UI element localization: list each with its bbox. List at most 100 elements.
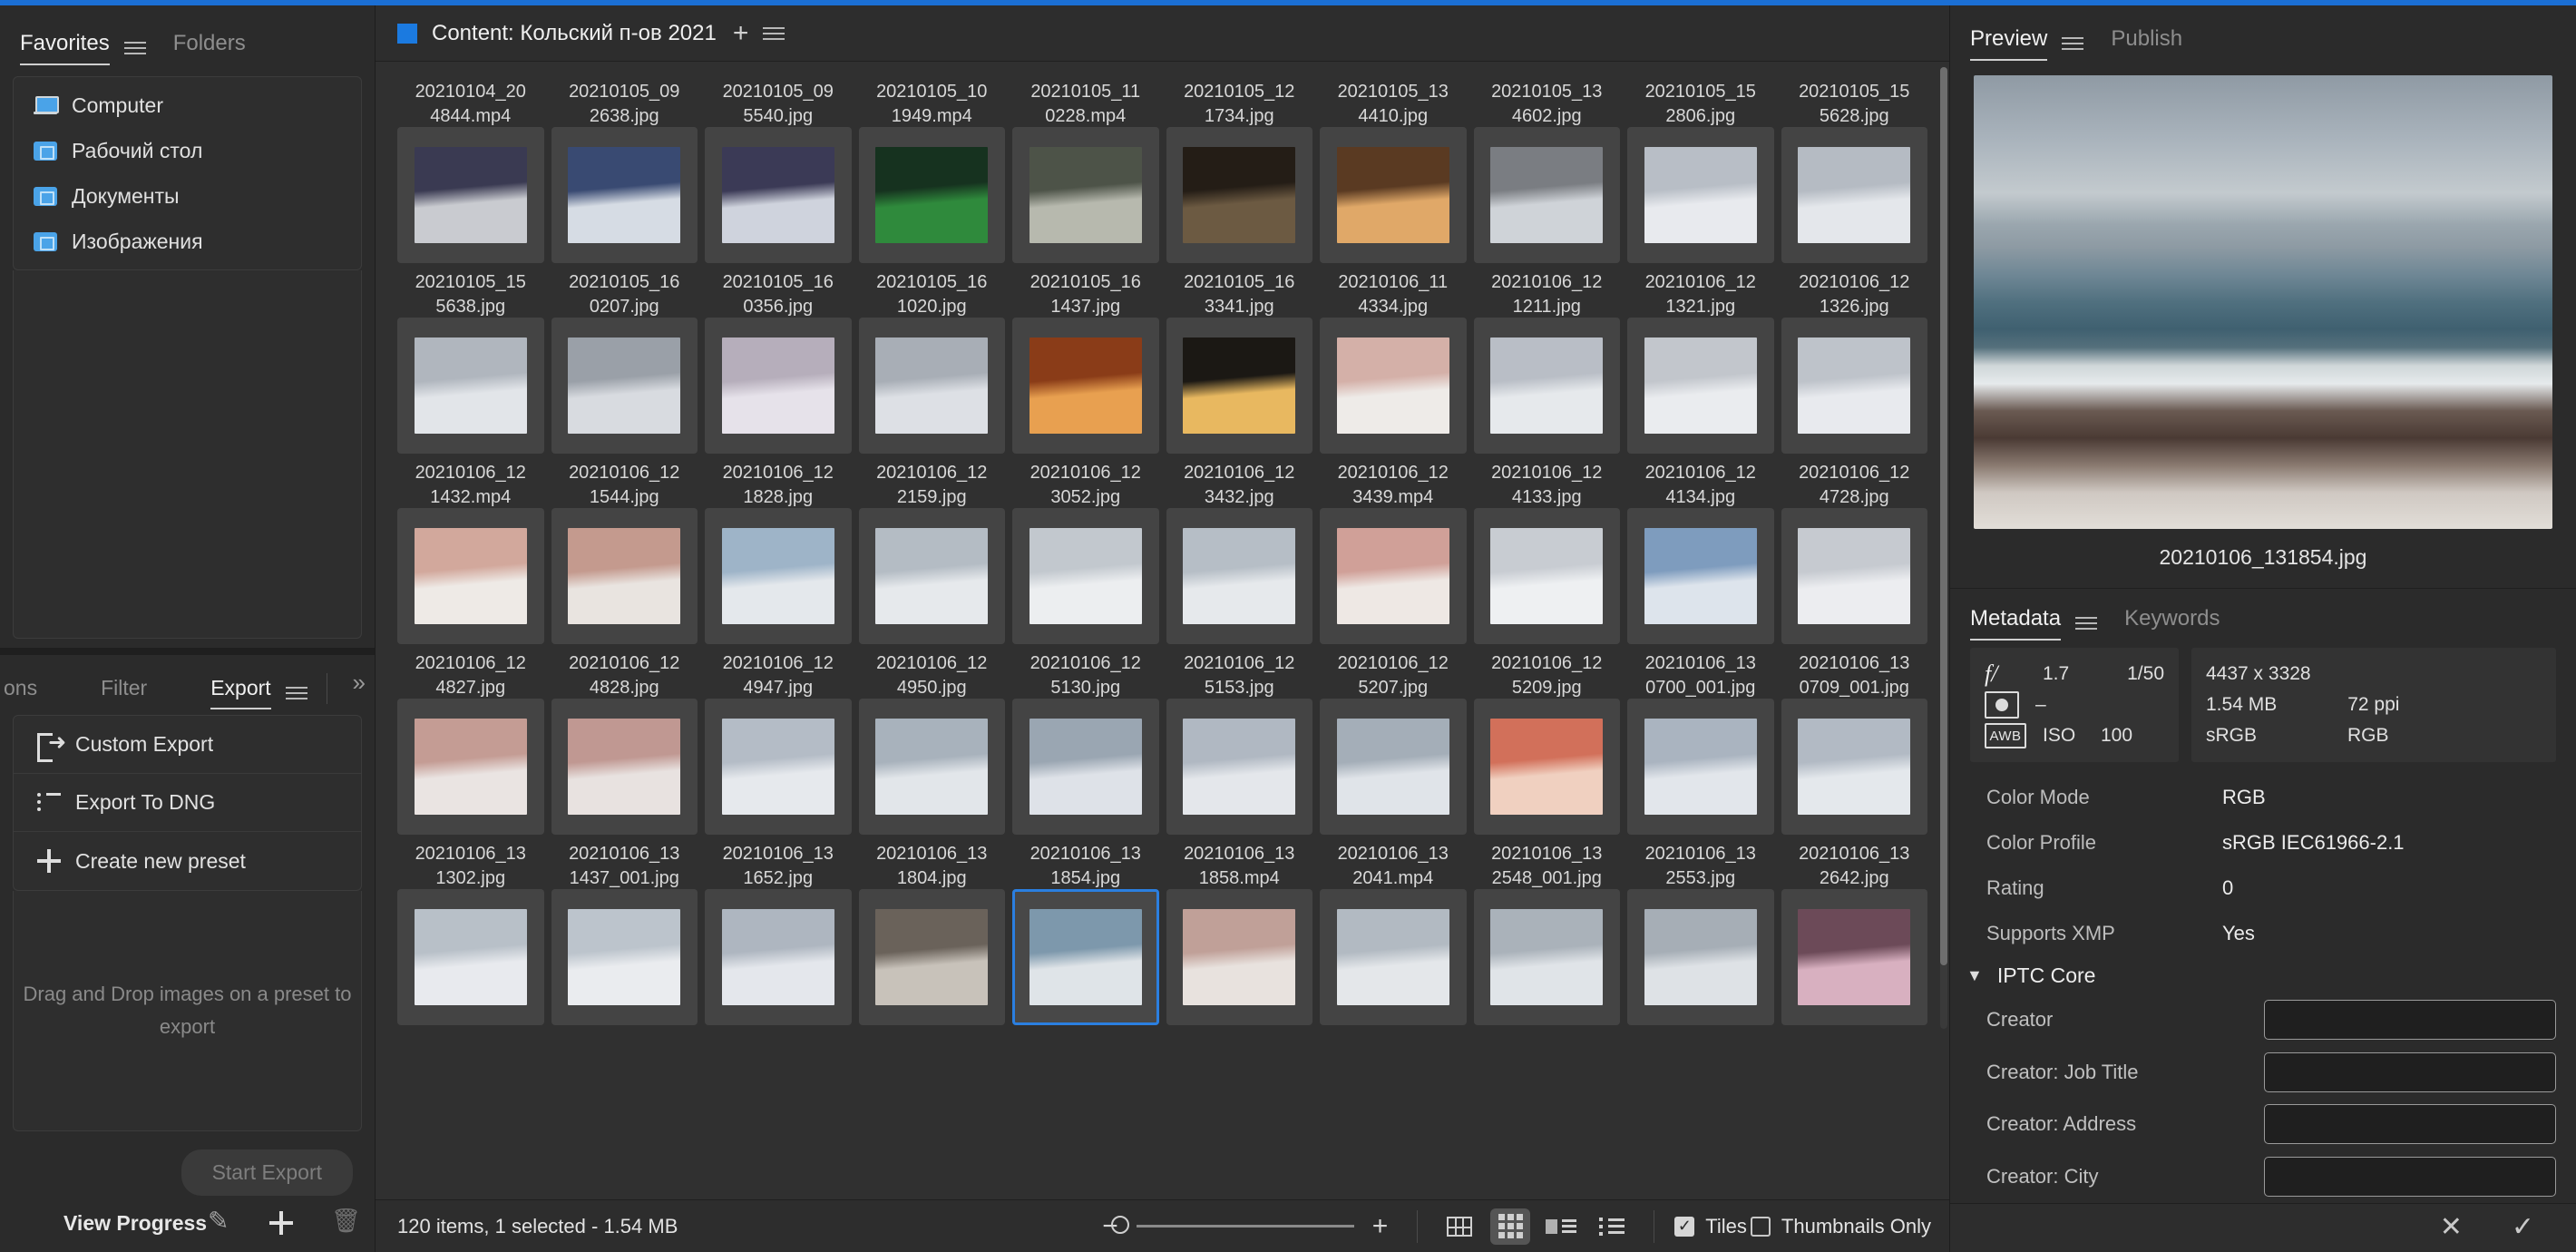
tab-metadata[interactable]: Metadata: [1970, 606, 2062, 641]
thumbnail-cell[interactable]: 20210106_12 1432.mp4: [397, 454, 544, 644]
thumbnail-frame[interactable]: [1627, 699, 1774, 835]
thumbnail-cell[interactable]: 20210104_20 4844.mp4: [397, 73, 544, 263]
creator-city-field[interactable]: [2264, 1157, 2556, 1198]
thumbnail-cell[interactable]: 20210106_12 4728.jpg: [1781, 454, 1927, 644]
sidebar-item-pictures[interactable]: Изображения: [14, 219, 361, 264]
thumbnail-frame[interactable]: [1166, 889, 1312, 1025]
thumbnail-cell[interactable]: 20210105_09 2638.jpg: [551, 73, 698, 263]
tab-keywords[interactable]: Keywords: [2124, 606, 2220, 641]
thumbnail-frame[interactable]: [858, 127, 1005, 263]
thumbnail-cell[interactable]: 20210106_13 2041.mp4: [1320, 835, 1467, 1025]
iptc-core-section-header[interactable]: ▼ IPTC Core: [1950, 956, 2576, 993]
tiles-checkbox[interactable]: ✓ Tiles: [1674, 1215, 1747, 1238]
zoom-slider[interactable]: [1110, 1216, 1354, 1234]
thumbnail-frame[interactable]: [1781, 508, 1927, 644]
thumbnail-cell[interactable]: 20210106_12 4133.jpg: [1473, 454, 1620, 644]
trash-icon[interactable]: [331, 1207, 361, 1236]
thumbnail-frame[interactable]: [1473, 127, 1620, 263]
thumbnail-frame[interactable]: [551, 699, 698, 835]
thumbnail-frame[interactable]: [397, 889, 544, 1025]
thumbnail-cell[interactable]: 20210106_11 4334.jpg: [1320, 263, 1467, 454]
thumbnail-frame[interactable]: [705, 889, 852, 1025]
thumbnail-cell[interactable]: 20210106_13 1302.jpg: [397, 835, 544, 1025]
view-mode-grid-outline[interactable]: [1439, 1208, 1479, 1245]
thumbnail-frame[interactable]: [1320, 699, 1467, 835]
export-menu-icon[interactable]: [285, 683, 307, 703]
thumbnail-cell[interactable]: 20210106_12 4947.jpg: [705, 644, 852, 835]
thumbnail-frame[interactable]: [397, 318, 544, 454]
grid-scrollbar[interactable]: [1940, 67, 1947, 1029]
thumbnail-frame[interactable]: [551, 127, 698, 263]
thumbnail-cell[interactable]: 20210106_12 3432.jpg: [1166, 454, 1312, 644]
view-mode-list[interactable]: [1592, 1208, 1632, 1245]
thumbnail-cell[interactable]: 20210105_16 0207.jpg: [551, 263, 698, 454]
thumbnail-frame[interactable]: [1473, 699, 1620, 835]
sidebar-item-desktop[interactable]: Рабочий стол: [14, 128, 361, 173]
tab-favorites[interactable]: Favorites: [20, 31, 110, 65]
thumbnail-frame[interactable]: [397, 127, 544, 263]
tab-preview[interactable]: Preview: [1970, 26, 2048, 62]
thumbnail-frame[interactable]: [705, 318, 852, 454]
creator-job-title-field[interactable]: [2264, 1051, 2556, 1092]
thumbnail-frame[interactable]: [858, 508, 1005, 644]
thumbnail-cell[interactable]: 20210106_13 1854.jpg: [1012, 835, 1159, 1025]
thumbnail-frame[interactable]: [1012, 508, 1159, 644]
thumbnail-cell[interactable]: 20210106_12 3439.mp4: [1320, 454, 1467, 644]
thumbnail-frame[interactable]: [551, 508, 698, 644]
thumbnail-frame[interactable]: [1781, 318, 1927, 454]
thumbnail-cell[interactable]: 20210106_13 0709_001.jpg: [1781, 644, 1927, 835]
thumbnail-frame[interactable]: [858, 889, 1005, 1025]
thumbnail-cell[interactable]: 20210105_12 1734.jpg: [1166, 73, 1312, 263]
thumbnail-cell[interactable]: 20210106_12 5153.jpg: [1166, 644, 1312, 835]
thumbnail-frame[interactable]: [551, 889, 698, 1025]
thumbnail-frame[interactable]: [1320, 889, 1467, 1025]
plus-icon[interactable]: [269, 1211, 293, 1235]
thumbnail-cell[interactable]: 20210105_15 5638.jpg: [397, 263, 544, 454]
thumbnail-cell[interactable]: 20210106_12 1544.jpg: [551, 454, 698, 644]
thumbnail-cell[interactable]: 20210105_11 0228.mp4: [1012, 73, 1159, 263]
grid-scrollbar-thumb[interactable]: [1940, 67, 1947, 965]
thumbnail-cell[interactable]: 20210106_12 4134.jpg: [1627, 454, 1774, 644]
tab-publish[interactable]: Publish: [2111, 26, 2182, 61]
thumbnail-cell[interactable]: 20210106_13 2553.jpg: [1627, 835, 1774, 1025]
thumbnail-frame[interactable]: [551, 318, 698, 454]
tab-actions[interactable]: ons: [4, 676, 37, 709]
thumbnail-frame-selected[interactable]: [1012, 889, 1159, 1025]
thumbnail-frame[interactable]: [705, 508, 852, 644]
thumbnail-frame[interactable]: [1781, 127, 1927, 263]
preset-custom-export[interactable]: Custom Export: [14, 716, 361, 774]
thumbnail-frame[interactable]: [1012, 318, 1159, 454]
close-icon[interactable]: ✕: [2440, 1214, 2463, 1241]
zoom-in-button[interactable]: +: [1360, 1212, 1401, 1240]
view-mode-detail[interactable]: [1541, 1208, 1581, 1245]
thumbnail-frame[interactable]: [858, 318, 1005, 454]
thumbnail-cell[interactable]: 20210106_12 3052.jpg: [1012, 454, 1159, 644]
thumbnail-cell[interactable]: 20210106_12 1828.jpg: [705, 454, 852, 644]
thumbnail-frame[interactable]: [1627, 318, 1774, 454]
export-dropzone[interactable]: Drag and Drop images on a preset to expo…: [13, 891, 362, 1131]
start-export-button[interactable]: Start Export: [181, 1149, 353, 1196]
thumbnail-frame[interactable]: [705, 127, 852, 263]
thumbnail-cell[interactable]: 20210105_16 3341.jpg: [1166, 263, 1312, 454]
thumbnail-frame[interactable]: [1320, 318, 1467, 454]
thumbnail-frame[interactable]: [1320, 508, 1467, 644]
thumbnail-cell[interactable]: 20210106_12 4827.jpg: [397, 644, 544, 835]
thumbnail-frame[interactable]: [1627, 889, 1774, 1025]
thumbnail-frame[interactable]: [1166, 699, 1312, 835]
favorites-menu-icon[interactable]: [123, 38, 146, 58]
thumbnail-cell[interactable]: 20210106_13 1804.jpg: [858, 835, 1005, 1025]
thumbnail-cell[interactable]: 20210105_16 0356.jpg: [705, 263, 852, 454]
thumbnail-cell[interactable]: 20210106_12 5209.jpg: [1473, 644, 1620, 835]
thumbnail-cell[interactable]: 20210106_13 0700_001.jpg: [1627, 644, 1774, 835]
zoom-slider-handle[interactable]: [1110, 1216, 1129, 1234]
thumbnail-cell[interactable]: 20210106_12 4950.jpg: [858, 644, 1005, 835]
thumbnail-frame[interactable]: [858, 699, 1005, 835]
thumbnail-frame[interactable]: [397, 699, 544, 835]
thumbnail-frame[interactable]: [1781, 889, 1927, 1025]
thumbnail-cell[interactable]: 20210106_13 1437_001.jpg: [551, 835, 698, 1025]
sidebar-item-documents[interactable]: Документы: [14, 173, 361, 219]
metadata-menu-icon[interactable]: [2075, 613, 2098, 633]
thumbnail-cell[interactable]: 20210105_10 1949.mp4: [858, 73, 1005, 263]
thumbnail-frame[interactable]: [705, 699, 852, 835]
sidebar-item-computer[interactable]: Computer: [14, 83, 361, 128]
